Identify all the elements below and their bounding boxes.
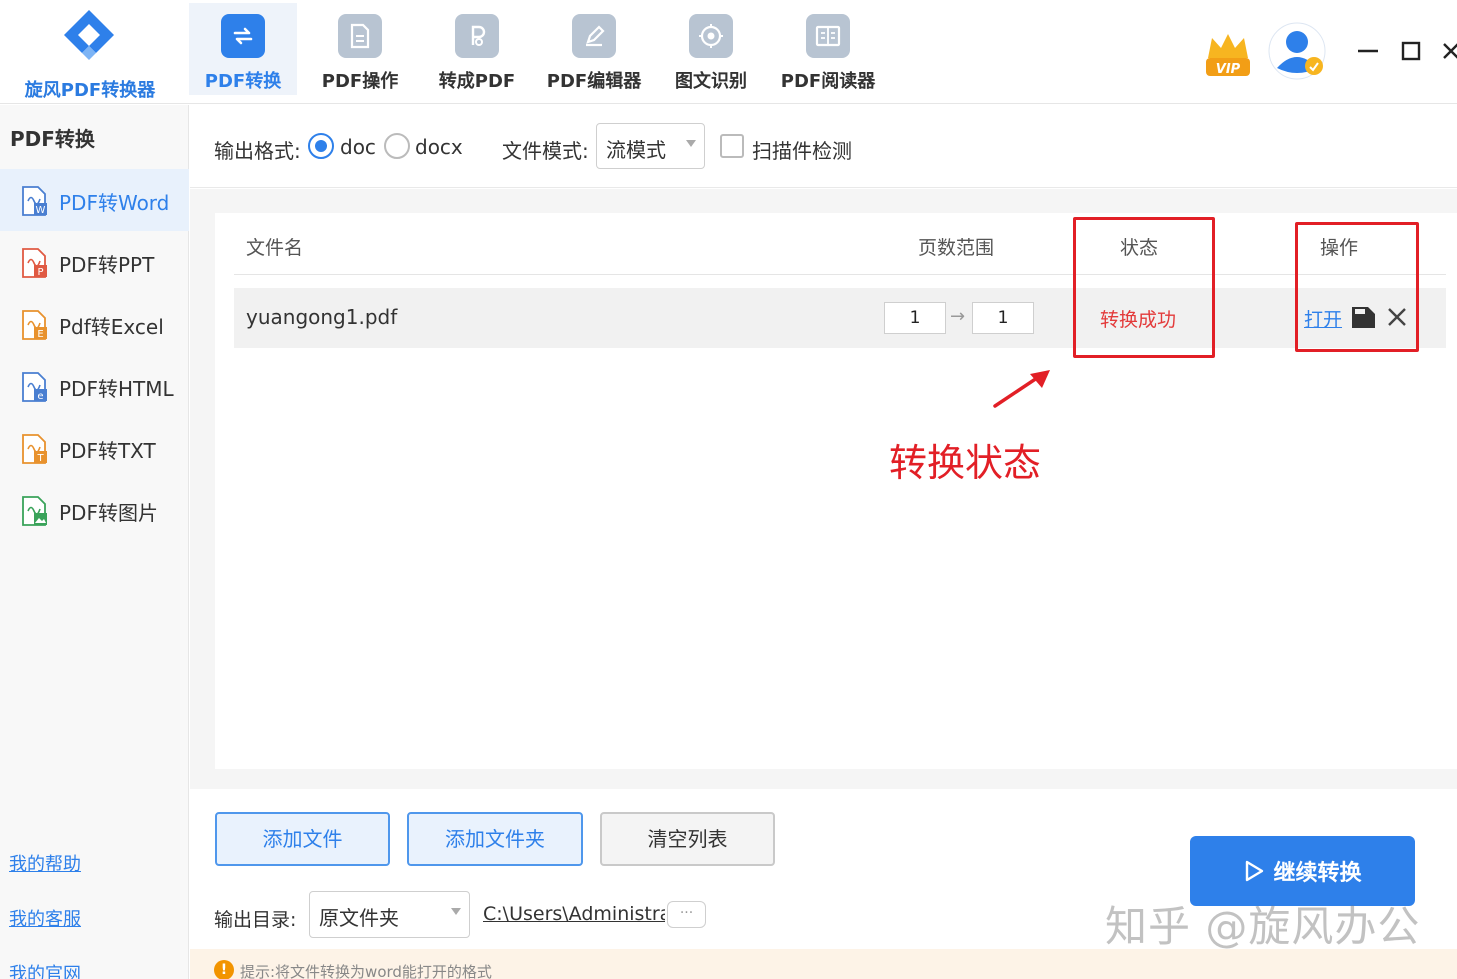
svg-text:W: W	[36, 205, 46, 216]
tab-to-pdf[interactable]: 转成PDF	[423, 3, 531, 95]
excel-file-icon: E	[22, 310, 47, 340]
website-link[interactable]: 我的官网	[9, 960, 81, 979]
output-dir-select[interactable]: 原文件夹	[309, 891, 470, 938]
mode-select-value: 流模式	[606, 138, 666, 162]
tab-pdf-editor[interactable]: PDF编辑器	[540, 3, 648, 95]
sidebar-item-pdf-to-image[interactable]: PDF转图片	[0, 479, 189, 541]
maximize-icon[interactable]	[1396, 36, 1426, 66]
format-docx-label[interactable]: docx	[415, 135, 463, 159]
convert-button-label: 继续转换	[1273, 861, 1362, 886]
ppt-file-icon: P	[22, 248, 47, 278]
tab-ocr[interactable]: 图文识别	[657, 3, 765, 95]
sidebar-item-pdf-to-excel[interactable]: E Pdf转Excel	[0, 293, 189, 355]
tab-label: PDF转换	[204, 71, 282, 92]
output-dir-select-value: 原文件夹	[319, 906, 399, 930]
book-icon	[806, 14, 850, 58]
support-link[interactable]: 我的客服	[9, 905, 81, 931]
page-to-input[interactable]: 1	[972, 302, 1034, 334]
output-dir-label: 输出目录:	[214, 909, 297, 931]
sidebar-title: PDF转换	[10, 127, 95, 151]
sidebar-item-label: PDF转HTML	[59, 377, 174, 401]
svg-text:e: e	[37, 391, 43, 402]
tab-pdf-convert[interactable]: PDF转换	[189, 3, 297, 95]
sidebar-item-label: PDF转图片	[59, 501, 158, 525]
sidebar-item-pdf-to-html[interactable]: e PDF转HTML	[0, 355, 189, 417]
page-from-input[interactable]: 1	[884, 302, 946, 334]
html-file-icon: e	[22, 372, 47, 402]
mode-label: 文件模式:	[502, 139, 589, 163]
file-list-area: 文件名 页数范围 状态 操作 yuangong1.pdf 1 → 1 转换成功 …	[190, 189, 1457, 789]
clear-list-button[interactable]: 清空列表	[600, 812, 775, 866]
format-doc-label[interactable]: doc	[340, 135, 376, 159]
annotation-arrow-icon	[993, 370, 1050, 408]
tab-pdf-operation[interactable]: PDF操作	[306, 3, 414, 95]
tab-label: PDF操作	[321, 71, 399, 92]
help-link[interactable]: 我的帮助	[9, 850, 81, 876]
user-avatar-icon[interactable]	[1268, 22, 1326, 80]
add-file-button[interactable]: 添加文件	[215, 812, 390, 866]
tip-text: 提示:将文件转换为word能打开的格式	[240, 963, 492, 979]
sidebar-item-pdf-to-txt[interactable]: T PDF转TXT	[0, 417, 189, 479]
tab-label: PDF编辑器	[546, 71, 642, 92]
sidebar-item-label: Pdf转Excel	[59, 315, 164, 339]
format-doc-radio[interactable]	[308, 133, 334, 159]
brand: 旋风PDF转换器	[0, 0, 180, 104]
target-icon	[689, 14, 733, 58]
options-bar: 输出格式: doc docx 文件模式: 流模式 扫描件检测	[190, 105, 1457, 188]
tab-label: 图文识别	[675, 71, 747, 92]
pdf-file-icon	[455, 14, 499, 58]
header-divider	[234, 274, 1446, 275]
sidebar-item-label: PDF转TXT	[59, 439, 156, 463]
svg-text:VIP: VIP	[1216, 62, 1241, 77]
format-docx-radio[interactable]	[384, 133, 410, 159]
info-icon: !	[214, 960, 234, 979]
arrow-right-icon: →	[950, 306, 966, 327]
scan-detect-label[interactable]: 扫描件检测	[752, 135, 852, 164]
mode-select[interactable]: 流模式	[596, 123, 705, 169]
sidebar-item-label: PDF转Word	[59, 191, 170, 215]
sidebar-item-label: PDF转PPT	[59, 253, 155, 277]
document-icon	[338, 14, 382, 58]
chevron-down-icon	[686, 140, 696, 147]
status-highlight-box	[1073, 217, 1215, 358]
file-table: 文件名 页数范围 状态 操作 yuangong1.pdf 1 → 1 转换成功 …	[215, 213, 1457, 769]
top-toolbar: 旋风PDF转换器 PDF转换 PDF操作 转成PDF PDF编辑器 图文识别 P…	[0, 0, 1457, 104]
output-path[interactable]: C:\Users\Administrator	[483, 903, 665, 925]
scan-detect-checkbox[interactable]	[720, 134, 744, 158]
file-name: yuangong1.pdf	[246, 305, 398, 329]
watermark: 知乎 @旋风办公	[1105, 902, 1421, 951]
svg-text:E: E	[37, 329, 43, 340]
pencil-icon	[572, 14, 616, 58]
sidebar: PDF转换 W PDF转Word P PDF转PPT E Pdf转Excel e…	[0, 105, 189, 979]
annotation-label: 转换状态	[889, 441, 1042, 485]
convert-arrows-icon	[221, 14, 265, 58]
txt-file-icon: T	[22, 434, 47, 464]
vip-crown-icon[interactable]: VIP	[1203, 30, 1253, 78]
minimize-icon[interactable]	[1353, 36, 1383, 66]
sidebar-item-pdf-to-word[interactable]: W PDF转Word	[0, 169, 189, 231]
column-header-page-range: 页数范围	[918, 237, 995, 259]
app-window: 旋风PDF转换器 PDF转换 PDF操作 转成PDF PDF编辑器 图文识别 P…	[0, 0, 1457, 979]
table-row[interactable]: yuangong1.pdf 1 → 1 转换成功 打开	[234, 288, 1446, 348]
play-icon	[1246, 860, 1264, 882]
tab-label: 转成PDF	[438, 71, 516, 92]
word-file-icon: W	[22, 186, 47, 216]
add-folder-button[interactable]: 添加文件夹	[407, 812, 583, 866]
tab-pdf-reader[interactable]: PDF阅读器	[774, 3, 882, 95]
format-label: 输出格式:	[214, 139, 301, 163]
action-highlight-box	[1295, 222, 1419, 352]
image-file-icon	[22, 496, 47, 526]
brand-name: 旋风PDF转换器	[24, 80, 156, 101]
svg-text:P: P	[37, 267, 43, 278]
svg-text:T: T	[36, 453, 44, 464]
column-header-filename: 文件名	[246, 237, 304, 259]
close-icon[interactable]	[1436, 36, 1457, 66]
sidebar-item-pdf-to-ppt[interactable]: P PDF转PPT	[0, 231, 189, 293]
chevron-down-icon	[451, 908, 461, 915]
tab-label: PDF阅读器	[780, 71, 876, 92]
logo-icon	[64, 10, 114, 60]
browse-button[interactable]: ···	[667, 901, 706, 928]
